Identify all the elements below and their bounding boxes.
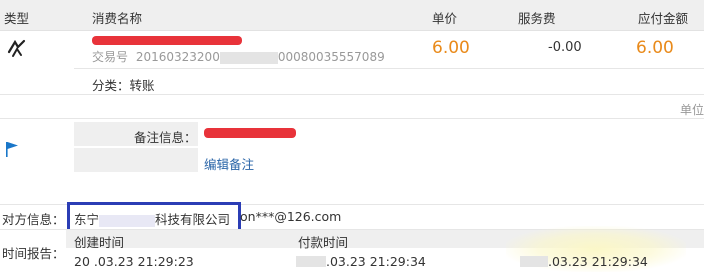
trade-number: 交易号 20160323200 00080035557089 — [92, 48, 385, 65]
company-suffix: 科技有限公司 — [155, 212, 231, 227]
amount-due-value: 6.00 — [636, 38, 674, 58]
memo-empty-cell — [74, 148, 198, 172]
created-time-label: 创建时间 — [74, 235, 125, 250]
trade-no-label: 交易号 — [92, 50, 129, 64]
divider — [0, 94, 704, 95]
col-amount-due: 应付金额 — [638, 11, 689, 26]
col-unit-price: 单价 — [432, 11, 458, 26]
flag-icon — [4, 140, 20, 158]
third-time-value: .03.23 21:29:34 — [548, 254, 648, 269]
company-prefix: 东宁 — [74, 212, 100, 227]
trade-no-part-b: 00080035557089 — [277, 50, 385, 64]
unit-label: 单位 — [680, 103, 704, 117]
third-time-blur — [520, 256, 548, 267]
trade-no-part-a: 20160323200 — [135, 50, 220, 64]
paid-time-value: .03.23 21:29:34 — [326, 254, 426, 269]
col-type: 类型 — [4, 11, 30, 26]
transfer-icon — [6, 38, 28, 60]
counterparty-label: 对方信息： — [2, 212, 65, 227]
service-fee-value: -0.00 — [548, 40, 582, 55]
col-name: 消费名称 — [92, 11, 143, 26]
table-header: 类型 消费名称 单价 服务费 应付金额 — [0, 0, 704, 31]
time-report-label: 时间报告： — [2, 246, 65, 261]
col-service-fee: 服务费 — [518, 11, 556, 26]
paid-time-blur — [296, 256, 326, 267]
counterparty-company: 东宁 科技有限公司 — [74, 209, 230, 228]
paid-time-label: 付款时间 — [298, 235, 349, 250]
divider — [74, 68, 704, 69]
counterparty-email: on***@126.com — [240, 209, 342, 224]
redacted-name — [92, 36, 242, 45]
category-label: 分类：转账 — [92, 78, 155, 93]
memo-label: 备注信息： — [134, 130, 197, 145]
company-blur — [99, 214, 156, 227]
divider — [0, 118, 704, 119]
created-time-value: 20 .03.23 21:29:23 — [74, 254, 194, 269]
trade-no-blur — [219, 51, 278, 64]
memo-redacted — [204, 128, 296, 138]
edit-memo-link[interactable]: 编辑备注 — [204, 154, 254, 173]
unit-price-value: 6.00 — [432, 38, 470, 58]
